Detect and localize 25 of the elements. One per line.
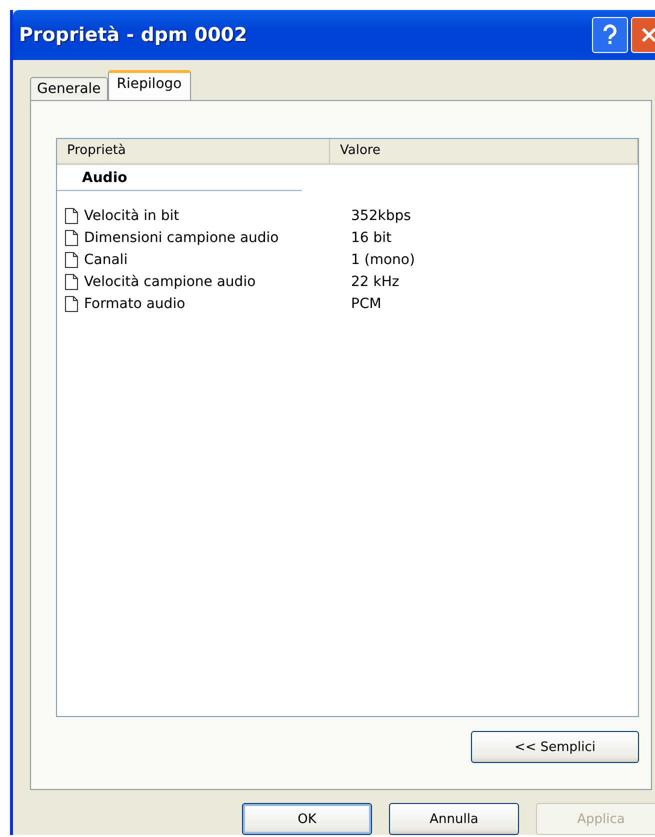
property-name: Formato audio	[84, 296, 186, 312]
column-header[interactable]: Proprietà	[57, 139, 330, 163]
tab[interactable]: Riepilogo	[108, 70, 191, 100]
document-icon	[65, 296, 78, 312]
property-name: Canali	[84, 252, 128, 268]
document-icon	[65, 208, 78, 224]
property-name: Velocità in bit	[84, 208, 180, 224]
property-name: Dimensioni campione audio	[84, 230, 279, 246]
property-value: 352kbps	[351, 208, 412, 224]
column-header[interactable]: Valore	[330, 139, 638, 163]
document-icon	[65, 252, 78, 268]
tab[interactable]: Generale	[30, 77, 108, 100]
document-icon	[65, 230, 78, 246]
document-icon	[65, 274, 78, 290]
property-value: 1 (mono)	[351, 252, 416, 268]
dialog-button[interactable]: Annulla	[389, 803, 519, 835]
simple-view-button[interactable]: << Semplici	[471, 731, 639, 763]
group-header: Audio	[57, 165, 302, 191]
window-title: Proprietà - dpm 0002	[19, 24, 248, 46]
property-value: 16 bit	[351, 230, 393, 246]
dialog-button[interactable]: OK	[242, 803, 372, 835]
property-value: 22 kHz	[351, 274, 400, 290]
property-value: PCM	[351, 296, 382, 312]
property-name: Velocità campione audio	[84, 274, 256, 290]
help-icon[interactable]	[592, 17, 628, 53]
